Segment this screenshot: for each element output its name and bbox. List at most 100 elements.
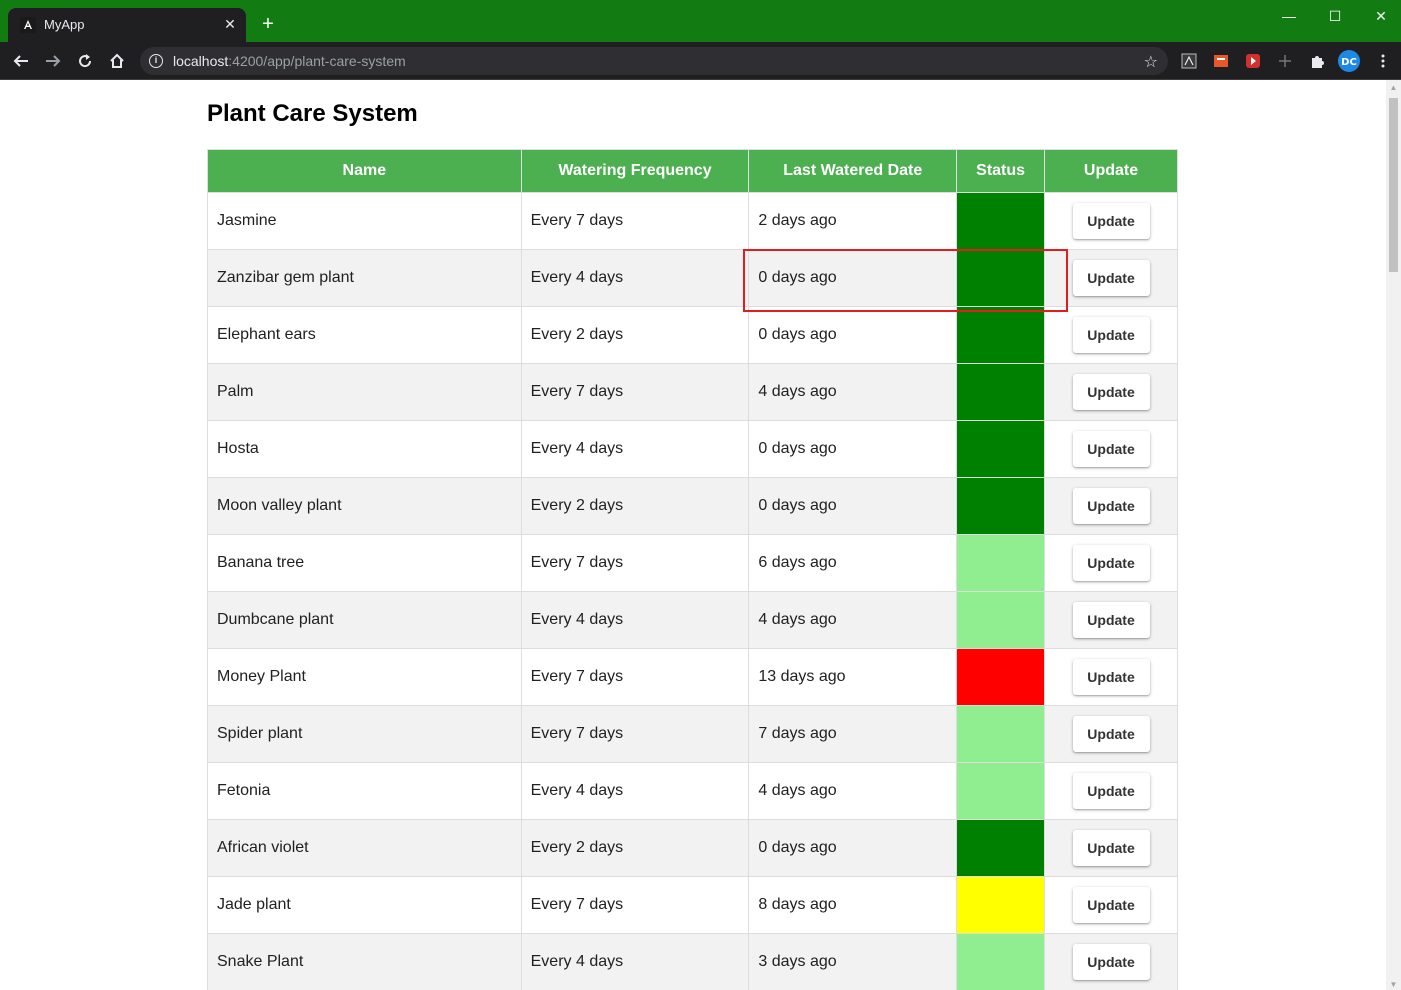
reload-icon[interactable]: [74, 50, 96, 72]
update-button[interactable]: Update: [1072, 716, 1150, 752]
watering-frequency-cell: Every 2 days: [520, 819, 750, 877]
watering-frequency-cell: Every 7 days: [520, 648, 750, 706]
table-row: Hosta Every 4 days 0 days ago Update: [207, 420, 1178, 478]
home-icon[interactable]: [106, 50, 128, 72]
update-cell: Update: [1044, 420, 1178, 478]
last-watered-cell: 3 days ago: [748, 933, 958, 990]
plant-name-cell: Jasmine: [207, 192, 522, 250]
update-button[interactable]: Update: [1072, 545, 1150, 581]
angular-icon: [20, 17, 36, 33]
last-watered-cell: 6 days ago: [748, 534, 958, 592]
plant-name-cell: Jade plant: [207, 876, 522, 934]
extension-icon[interactable]: [1276, 52, 1294, 70]
new-tab-button[interactable]: +: [258, 14, 278, 34]
plant-name-cell: Snake Plant: [207, 933, 522, 990]
status-indicator: [956, 192, 1046, 250]
watering-frequency-cell: Every 7 days: [520, 876, 750, 934]
status-indicator: [956, 762, 1046, 820]
update-cell: Update: [1044, 249, 1178, 307]
update-cell: Update: [1044, 705, 1178, 763]
plant-name-cell: African violet: [207, 819, 522, 877]
last-watered-cell: 7 days ago: [748, 705, 958, 763]
watering-frequency-cell: Every 4 days: [520, 762, 750, 820]
plant-name-cell: Dumbcane plant: [207, 591, 522, 649]
status-indicator: [956, 363, 1046, 421]
column-header-update: Update: [1044, 149, 1178, 193]
last-watered-cell: 0 days ago: [748, 306, 958, 364]
update-cell: Update: [1044, 306, 1178, 364]
update-cell: Update: [1044, 363, 1178, 421]
scroll-thumb[interactable]: [1389, 98, 1398, 272]
svg-text:DC: DC: [1341, 57, 1357, 68]
extension-icon[interactable]: [1180, 52, 1198, 70]
update-button[interactable]: Update: [1072, 317, 1150, 353]
update-button[interactable]: Update: [1072, 944, 1150, 980]
scrollbar[interactable]: ▲ ▼: [1386, 80, 1401, 990]
table-row: African violet Every 2 days 0 days ago Upda…: [207, 819, 1178, 877]
watering-frequency-cell: Every 7 days: [520, 192, 750, 250]
minimize-icon[interactable]: —: [1266, 4, 1312, 28]
extension-icon[interactable]: [1244, 52, 1262, 70]
tab-title: MyApp: [44, 17, 85, 32]
forward-arrow-icon[interactable]: [42, 50, 64, 72]
table-row: Zanzibar gem plant Every 4 days 0 days ago…: [207, 249, 1178, 307]
browser-titlebar: MyApp ✕ + — ☐ ✕: [0, 0, 1401, 42]
update-cell: Update: [1044, 192, 1178, 250]
column-header-last-watered: Last Watered Date: [748, 149, 958, 193]
update-button[interactable]: Update: [1072, 887, 1150, 923]
update-cell: Update: [1044, 534, 1178, 592]
last-watered-cell: 4 days ago: [748, 762, 958, 820]
update-button[interactable]: Update: [1072, 260, 1150, 296]
update-button[interactable]: Update: [1072, 830, 1150, 866]
watering-frequency-cell: Every 4 days: [520, 591, 750, 649]
last-watered-cell: 0 days ago: [748, 819, 958, 877]
last-watered-cell: 0 days ago: [748, 420, 958, 478]
update-button[interactable]: Update: [1072, 203, 1150, 239]
puzzle-icon[interactable]: [1308, 52, 1326, 70]
table-row: Snake Plant Every 4 days 3 days ago Update: [207, 933, 1178, 990]
avatar[interactable]: DC: [1338, 50, 1360, 72]
extension-icon[interactable]: [1212, 52, 1230, 70]
maximize-icon[interactable]: ☐: [1312, 4, 1358, 28]
update-cell: Update: [1044, 933, 1178, 990]
info-icon[interactable]: i: [149, 54, 163, 68]
plant-name-cell: Moon valley plant: [207, 477, 522, 535]
table-row: Spider plant Every 7 days 7 days ago Update: [207, 705, 1178, 763]
last-watered-cell: 0 days ago: [748, 477, 958, 535]
update-button[interactable]: Update: [1072, 374, 1150, 410]
last-watered-cell: 4 days ago: [748, 363, 958, 421]
browser-tab[interactable]: MyApp ✕: [8, 8, 246, 42]
table-row: Fetonia Every 4 days 4 days ago Update: [207, 762, 1178, 820]
status-indicator: [956, 648, 1046, 706]
watering-frequency-cell: Every 4 days: [520, 420, 750, 478]
status-indicator: [956, 420, 1046, 478]
update-button[interactable]: Update: [1072, 431, 1150, 467]
last-watered-cell: 4 days ago: [748, 591, 958, 649]
tab-close-icon[interactable]: ✕: [222, 16, 238, 32]
last-watered-cell: 2 days ago: [748, 192, 958, 250]
update-button[interactable]: Update: [1072, 659, 1150, 695]
table-row: Jasmine Every 7 days 2 days ago Update: [207, 192, 1178, 250]
menu-dots-icon[interactable]: [1374, 52, 1392, 70]
plant-name-cell: Hosta: [207, 420, 522, 478]
table-row: Palm Every 7 days 4 days ago Update: [207, 363, 1178, 421]
table-row: Jade plant Every 7 days 8 days ago Update: [207, 876, 1178, 934]
plant-name-cell: Elephant ears: [207, 306, 522, 364]
scroll-up-icon[interactable]: ▲: [1389, 83, 1398, 93]
update-button[interactable]: Update: [1072, 602, 1150, 638]
update-button[interactable]: Update: [1072, 773, 1150, 809]
bookmark-star-icon[interactable]: ☆: [1144, 52, 1158, 72]
update-cell: Update: [1044, 648, 1178, 706]
column-header-name: Name: [207, 149, 522, 193]
status-indicator: [956, 477, 1046, 535]
update-button[interactable]: Update: [1072, 488, 1150, 524]
table-row: Moon valley plant Every 2 days 0 days ago U…: [207, 477, 1178, 535]
status-indicator: [956, 819, 1046, 877]
back-arrow-icon[interactable]: [10, 50, 32, 72]
watering-frequency-cell: Every 4 days: [520, 249, 750, 307]
address-bar[interactable]: i localhost:4200/app/plant-care-system ☆: [140, 47, 1168, 75]
watering-frequency-cell: Every 7 days: [520, 534, 750, 592]
scroll-down-icon[interactable]: ▼: [1389, 980, 1398, 990]
close-window-icon[interactable]: ✕: [1358, 4, 1401, 28]
update-cell: Update: [1044, 819, 1178, 877]
